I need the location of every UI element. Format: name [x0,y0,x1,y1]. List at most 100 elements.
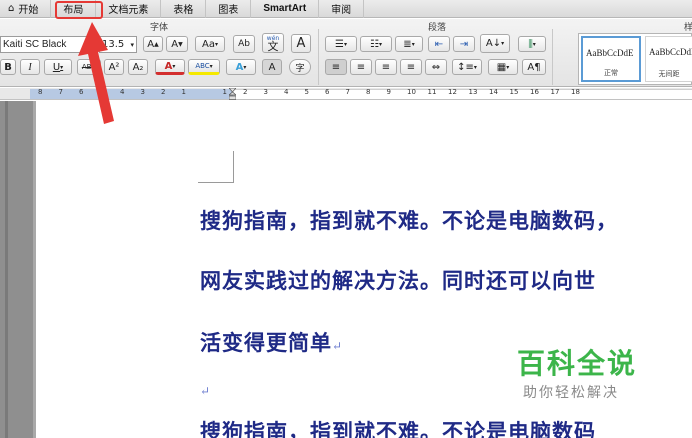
left-pane [0,101,33,438]
bullets-button[interactable]: ☰ ▾ [325,36,357,52]
align-right-icon: ≡ [381,61,391,73]
styles-gallery: AaBbCcDdE 正常 AaBbCcDdE 无间距 [578,33,692,85]
chevron-down-icon[interactable]: ▾ [130,41,134,49]
ruler-number: 2 [161,88,166,96]
increase-indent-button[interactable]: ⇥ [453,36,475,52]
character-border-button[interactable]: A [291,34,311,53]
columns-button[interactable]: ⫼ ▾ [518,36,546,52]
tab-tables-label: 表格 [173,5,194,16]
subscript-icon: A₂ [132,61,144,73]
align-center-button[interactable]: ≡ [350,59,372,75]
ruler-number: 18 [571,88,580,96]
margin-corner-mark [198,151,234,183]
ruler-number: 12 [448,88,457,96]
distributed-icon: ⇔ [431,61,441,73]
justify-icon: ≡ [406,61,416,73]
ruler-number: 8 [366,88,371,96]
ruler-number: 17 [550,88,560,96]
style-normal[interactable]: AaBbCcDdE 正常 [581,36,641,82]
bold-icon: B [4,61,12,73]
decrease-indent-button[interactable]: ⇤ [428,36,450,52]
tab-smartart[interactable]: SmartArt [251,0,320,18]
align-right-button[interactable]: ≡ [375,59,397,75]
clear-format-icon: Ab [238,39,250,49]
character-shading-icon: A [268,61,276,73]
line-2-text: 网友实践过的解决方法。同时还可以向世 [200,268,596,293]
character-shading-button[interactable]: A [262,59,282,75]
style-no-spacing[interactable]: AaBbCcDdE 无间距 [645,36,692,82]
paragraph-mark: ↵ [332,339,344,353]
style-no-spacing-sample: AaBbCcDdE [649,47,692,57]
tab-home[interactable]: ⌂ 开始 [0,0,52,18]
grow-font-icon: A [147,38,155,50]
ribbon-separator [552,29,553,85]
document-line-4[interactable]: ↵ [200,375,211,400]
underline-button[interactable]: U ▾ [44,59,72,75]
subscript-button[interactable]: A₂ [128,59,148,75]
ruler-number: 14 [489,88,498,96]
clear-format-button[interactable]: Ab [233,35,255,53]
ruler-number: 1 [181,88,186,96]
show-formatting-button[interactable]: A¶ [522,59,546,75]
line-spacing-button[interactable]: ↕≡ ▾ [452,59,482,75]
style-no-spacing-name: 无间距 [658,70,680,78]
text-effects-button[interactable]: A ▾ [226,59,256,75]
shrink-font-button[interactable]: A ▼ [166,36,188,52]
ruler-number: 13 [468,88,478,96]
tab-charts[interactable]: 图表 [206,0,252,18]
increase-indent-icon: ⇥ [459,38,469,50]
sort-icon: A↓ [485,38,502,49]
change-case-button[interactable]: Aa ▾ [195,36,225,52]
tab-review[interactable]: 审阅 [319,0,365,18]
tab-document-elements-label: 文档元素 [108,5,149,16]
ruler-number: 10 [407,88,416,96]
align-center-icon: ≡ [356,61,366,73]
tab-document-elements[interactable]: 文档元素 [96,0,162,18]
tab-tables[interactable]: 表格 [161,0,207,18]
enclose-characters-icon: 字 [295,63,305,74]
numbering-button[interactable]: ☷ ▾ [360,36,392,52]
document-line-2[interactable]: 网友实践过的解决方法。同时还可以向世 [200,265,596,295]
grow-font-button[interactable]: A ▲ [143,36,163,52]
indent-marker-icon[interactable] [229,88,236,100]
pilcrow-icon: A¶ [527,61,541,73]
justify-button[interactable]: ≡ [400,59,422,75]
phonetic-guide-button[interactable]: wén 文 [262,33,284,53]
ruler-number: 8 [38,88,43,96]
shrink-font-icon: A [171,38,179,50]
ribbon-separator [318,29,319,85]
text-effects-icon: A [235,61,244,73]
bold-button[interactable]: B [0,59,16,75]
document-line-5[interactable]: 搜狗指南，指到就不难。不论是电脑数码 [200,416,596,438]
distributed-button[interactable]: ⇔ [425,59,447,75]
styles-group-title: 样 [684,23,692,33]
style-normal-sample: AaBbCcDdE [586,48,634,58]
paragraph-group-title: 段落 [428,23,447,33]
paragraph-mark: ↵ [200,384,212,398]
align-left-button[interactable]: ≡ [325,59,347,75]
borders-button[interactable]: ▦ ▾ [488,59,518,75]
enclose-characters-button[interactable]: 字 [289,59,311,75]
font-name-value: Kaiti SC Black [3,39,67,50]
multilevel-list-button[interactable]: ≣ ▾ [395,36,423,52]
multilevel-list-icon: ≣ [403,38,412,50]
line-5-text: 搜狗指南，指到就不难。不论是电脑数码 [200,419,596,438]
ruler-number: 5 [304,88,309,96]
bullet-list-icon: ☰ [335,38,344,50]
ruler-number: 1 [222,88,227,96]
ruler-number: 15 [509,88,519,96]
home-icon: ⌂ [8,3,15,14]
ribbon-tab-bar: ⌂ 开始 布局 文档元素 表格 图表 SmartArt 审阅 [0,0,692,18]
line-3-text: 活变得更简单 [200,330,332,355]
italic-button[interactable]: I [20,59,40,75]
ruler-number: 16 [530,88,539,96]
font-color-icon: A [164,60,173,72]
watermark-title: 百科全说 [517,347,638,380]
font-color-button[interactable]: A ▾ [155,59,185,75]
line-spacing-icon: ↕≡ [457,61,474,73]
ruler-number: 3 [263,88,268,96]
document-line-3[interactable]: 活变得更简单↵ [200,327,343,357]
highlight-button[interactable]: ABC ▾ [188,59,220,75]
sort-button[interactable]: A↓ ▾ [480,34,510,53]
document-line-1[interactable]: 搜狗指南，指到就不难。不论是电脑数码， [200,205,618,235]
